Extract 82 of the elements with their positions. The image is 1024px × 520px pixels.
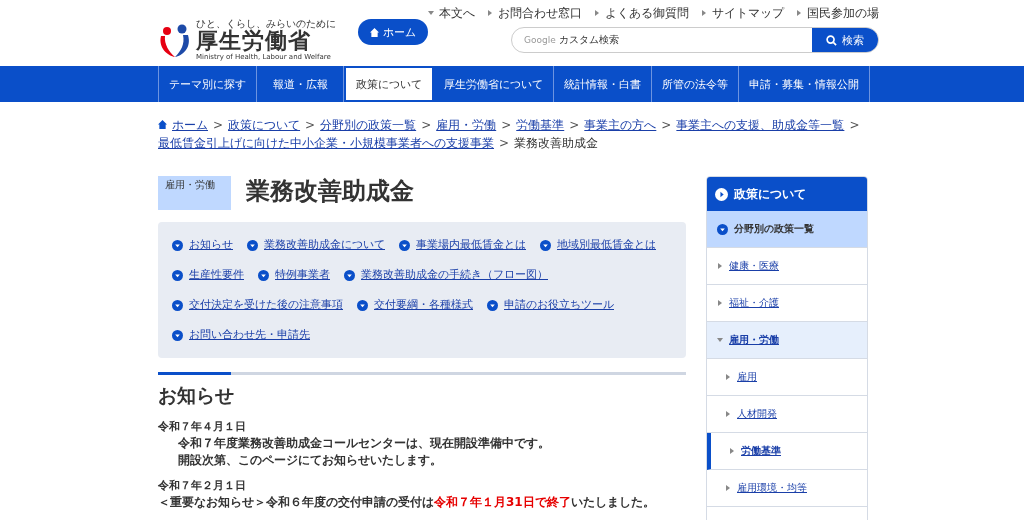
anchor-link[interactable]: 地域別最低賃金とは	[540, 238, 656, 252]
sidebar-title[interactable]: 政策について	[707, 177, 867, 211]
breadcrumb-separator: >	[849, 118, 860, 132]
breadcrumb-separator: >	[213, 118, 224, 132]
breadcrumb-link[interactable]: 最低賃金引上げに向けた中小企業・小規模事業者への支援事業	[158, 136, 494, 150]
utility-link[interactable]: 本文へ	[428, 4, 475, 22]
breadcrumb-separator: >	[421, 118, 432, 132]
anchor-link[interactable]: お知らせ	[172, 238, 233, 252]
breadcrumb-link[interactable]: 事業主への支援、助成金等一覧	[676, 118, 845, 132]
anchor-link[interactable]: 業務改善助成金について	[247, 238, 385, 252]
down-circle-icon	[357, 299, 368, 311]
play-circle-icon	[715, 187, 728, 201]
down-circle-icon	[172, 269, 183, 281]
down-circle-icon	[172, 299, 183, 311]
utility-link[interactable]: よくある御質問	[594, 4, 689, 22]
sidebar-section[interactable]: 分野別の政策一覧	[707, 211, 867, 248]
breadcrumb-link[interactable]: ホーム	[172, 118, 208, 132]
caret-icon	[717, 263, 723, 269]
breadcrumb-link[interactable]: 事業主の方へ	[584, 118, 657, 132]
down-circle-icon	[487, 299, 498, 311]
category-label: 雇用・労働	[158, 176, 231, 210]
sidebar-item[interactable]: 雇用・労働	[707, 322, 867, 359]
down-circle-icon	[717, 223, 728, 235]
down-circle-icon	[172, 329, 183, 341]
breadcrumb-separator: >	[501, 118, 512, 132]
logo-name[interactable]: 厚生労働省	[196, 29, 311, 53]
caret-icon	[725, 374, 731, 380]
anchor-link[interactable]: お問い合わせ先・申請先	[172, 328, 310, 342]
down-circle-icon	[247, 239, 258, 251]
breadcrumb-link[interactable]: 労働基準	[516, 118, 565, 132]
home-button[interactable]: ホーム	[358, 19, 428, 45]
anchor-link[interactable]: 交付決定を受けた後の注意事項	[172, 298, 343, 312]
logo-icon	[158, 22, 192, 58]
anchor-link[interactable]: 業務改善助成金の手続き（フロー図）	[344, 268, 548, 282]
caret-icon	[487, 10, 493, 16]
sidebar-subitem[interactable]: 労働基準	[707, 433, 867, 470]
nav-tab[interactable]: 所管の法令等	[652, 66, 739, 102]
caret-icon	[701, 10, 707, 16]
caret-icon	[725, 485, 731, 491]
anchor-link[interactable]: 事業場内最低賃金とは	[399, 238, 526, 252]
caret-icon	[717, 337, 723, 343]
anchor-link[interactable]: 交付要綱・各種様式	[357, 298, 473, 312]
utility-link[interactable]: お問合わせ窓口	[487, 4, 582, 22]
down-circle-icon	[172, 239, 183, 251]
breadcrumb-link[interactable]: 分野別の政策一覧	[320, 118, 417, 132]
breadcrumb-separator: >	[569, 118, 580, 132]
breadcrumb-separator: >	[305, 118, 316, 132]
breadcrumb-separator: >	[661, 118, 672, 132]
nav-tab[interactable]: 厚生労働省について	[434, 66, 554, 102]
anchor-link[interactable]: 申請のお役立ちツール	[487, 298, 614, 312]
anchor-link[interactable]: 生産性要件	[172, 268, 244, 282]
caret-icon	[717, 300, 723, 306]
news-text: ＜重要なお知らせ＞令和６年度の交付申請の受付は令和７年１月31日で終了いたしました。	[158, 495, 656, 510]
down-circle-icon	[258, 269, 269, 281]
nav-tab[interactable]: テーマ別に探す	[159, 66, 257, 102]
anchor-link[interactable]: 特例事業者	[258, 268, 330, 282]
utility-link[interactable]: サイトマップ	[701, 4, 784, 22]
breadcrumb-link[interactable]: 政策について	[228, 118, 301, 132]
breadcrumb-link[interactable]: 雇用・労働	[436, 118, 497, 132]
nav-tab[interactable]: 申請・募集・情報公開	[739, 66, 870, 102]
down-circle-icon	[540, 239, 551, 251]
caret-icon	[594, 10, 600, 16]
home-icon	[158, 120, 167, 129]
news-date: 令和７年４月１日	[158, 419, 247, 434]
nav-tab[interactable]: 政策について	[344, 66, 434, 102]
breadcrumb-current: 業務改善助成金	[514, 136, 599, 150]
caret-icon	[428, 10, 434, 16]
down-circle-icon	[399, 239, 410, 251]
down-circle-icon	[344, 269, 355, 281]
news-text: 開設次第、このページにてお知らせいたします。	[178, 453, 443, 468]
page-title: 業務改善助成金	[246, 176, 414, 206]
news-text: 令和７年度業務改善助成金コールセンターは、現在開設準備中です。	[178, 436, 551, 451]
caret-icon	[796, 10, 802, 16]
section-heading: お知らせ	[158, 383, 235, 408]
utility-link[interactable]: 国民参加の場	[796, 4, 879, 22]
home-icon	[370, 27, 379, 37]
caret-icon	[729, 448, 735, 454]
logo-tagline: ひと、くらし、みらいのために	[196, 18, 336, 29]
caret-icon	[725, 411, 731, 417]
nav-tab[interactable]: 統計情報・白書	[554, 66, 652, 102]
breadcrumb-separator: >	[499, 136, 510, 150]
news-date: 令和７年２月１日	[158, 478, 247, 493]
